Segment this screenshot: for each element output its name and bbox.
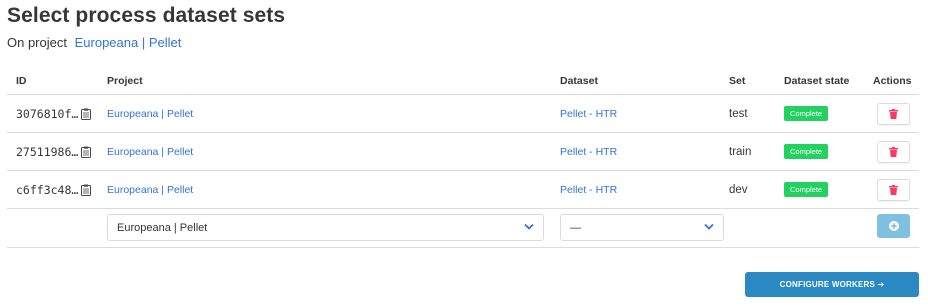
delete-button[interactable] bbox=[877, 102, 910, 125]
dataset-cell: Pellet - HTR bbox=[560, 95, 617, 132]
new-set-row: Europeana | Pellet — bbox=[7, 209, 919, 248]
plus-circle-icon bbox=[888, 221, 899, 231]
dataset-link[interactable]: Pellet - HTR bbox=[560, 184, 617, 196]
add-set-button[interactable] bbox=[877, 214, 910, 238]
project-cell: Europeana | Pellet bbox=[107, 95, 193, 132]
page-title: Select process dataset sets bbox=[7, 4, 286, 27]
clipboard-icon[interactable] bbox=[81, 184, 92, 196]
id-cell: c6ff3c48… bbox=[16, 171, 92, 208]
chevron-down-icon bbox=[524, 223, 534, 230]
chevron-down-icon bbox=[704, 223, 714, 230]
id-cell: 27511986… bbox=[16, 133, 92, 170]
header-state: Dataset state bbox=[784, 75, 850, 87]
header-actions: Actions bbox=[873, 75, 912, 87]
id-text: c6ff3c48… bbox=[16, 182, 79, 197]
table-row: 3076810f… Europeana | Pellet Pellet - HT… bbox=[7, 95, 919, 133]
actions-cell bbox=[873, 95, 910, 132]
delete-button[interactable] bbox=[877, 140, 910, 163]
project-select[interactable]: Europeana | Pellet bbox=[107, 214, 544, 241]
project-select-value: Europeana | Pellet bbox=[117, 221, 208, 234]
project-link[interactable]: Europeana | Pellet bbox=[75, 35, 182, 50]
header-id: ID bbox=[16, 75, 27, 87]
header-set: Set bbox=[729, 75, 746, 87]
set-cell: train bbox=[729, 133, 751, 170]
project-cell: Europeana | Pellet bbox=[107, 133, 193, 170]
trash-icon bbox=[889, 146, 898, 157]
project-link[interactable]: Europeana | Pellet bbox=[107, 184, 193, 196]
project-subtitle: On project Europeana | Pellet bbox=[7, 35, 181, 50]
subtitle-prefix: On project bbox=[7, 35, 67, 50]
set-name: dev bbox=[729, 183, 748, 196]
clipboard-icon[interactable] bbox=[81, 108, 92, 120]
set-name: test bbox=[729, 107, 748, 120]
id-cell: 3076810f… bbox=[16, 95, 92, 132]
table-header: ID Project Dataset Set Dataset state Act… bbox=[7, 68, 919, 95]
clipboard-icon[interactable] bbox=[81, 146, 92, 158]
id-text: 27511986… bbox=[16, 144, 79, 159]
header-dataset: Dataset bbox=[560, 75, 598, 87]
table-row: 27511986… Europeana | Pellet Pellet - HT… bbox=[7, 133, 919, 171]
dataset-link[interactable]: Pellet - HTR bbox=[560, 108, 617, 120]
dataset-cell: Pellet - HTR bbox=[560, 171, 617, 208]
configure-workers-button[interactable]: CONFIGURE WORKERS ➔ bbox=[745, 272, 919, 297]
status-badge: Complete bbox=[784, 182, 829, 197]
trash-icon bbox=[889, 108, 898, 119]
table-row: c6ff3c48… Europeana | Pellet Pellet - HT… bbox=[7, 171, 919, 209]
state-cell: Complete bbox=[784, 133, 829, 170]
delete-button[interactable] bbox=[877, 178, 910, 201]
dataset-select-value: — bbox=[570, 221, 581, 234]
set-name: train bbox=[729, 145, 752, 158]
state-cell: Complete bbox=[784, 95, 829, 132]
project-link[interactable]: Europeana | Pellet bbox=[107, 146, 193, 158]
dataset-cell: Pellet - HTR bbox=[560, 133, 617, 170]
project-cell: Europeana | Pellet bbox=[107, 171, 193, 208]
dataset-sets-table: ID Project Dataset Set Dataset state Act… bbox=[7, 68, 919, 248]
set-cell: test bbox=[729, 95, 748, 132]
set-cell: dev bbox=[729, 171, 748, 208]
status-badge: Complete bbox=[784, 144, 829, 159]
header-project: Project bbox=[107, 75, 143, 87]
status-badge: Complete bbox=[784, 106, 829, 121]
actions-cell bbox=[873, 133, 910, 170]
project-link[interactable]: Europeana | Pellet bbox=[107, 108, 193, 120]
dataset-select[interactable]: — bbox=[560, 214, 724, 241]
dataset-link[interactable]: Pellet - HTR bbox=[560, 146, 617, 158]
id-text: 3076810f… bbox=[16, 106, 79, 121]
actions-cell bbox=[873, 171, 910, 208]
trash-icon bbox=[889, 184, 898, 195]
state-cell: Complete bbox=[784, 171, 829, 208]
